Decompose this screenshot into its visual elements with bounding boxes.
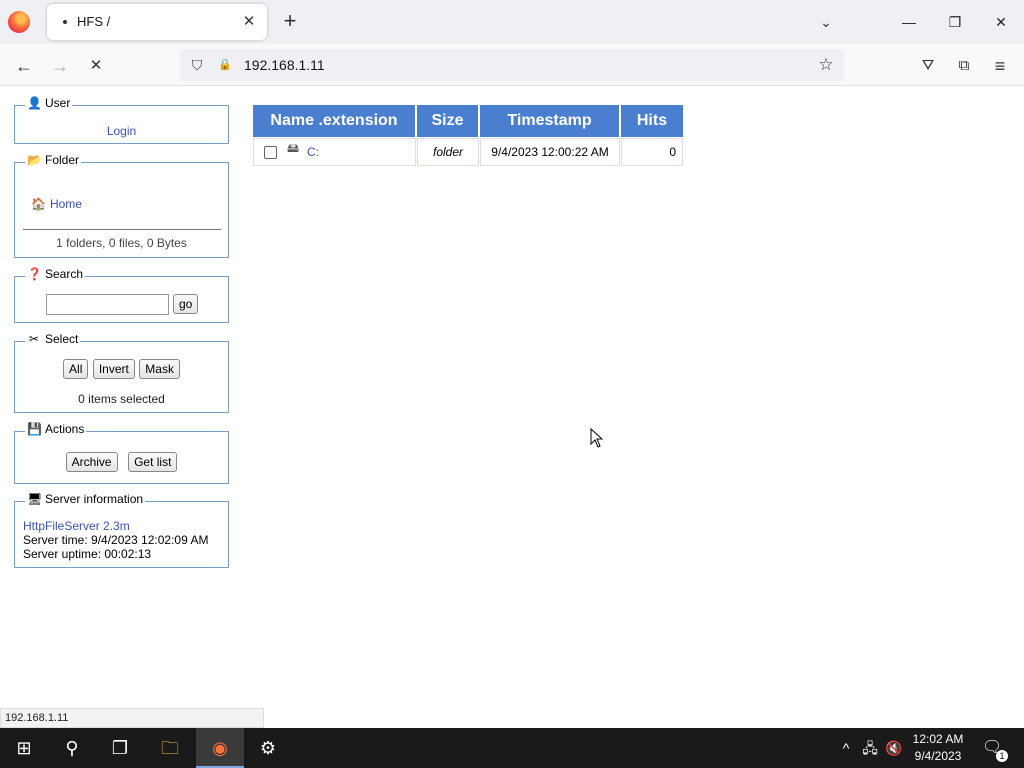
invert-selection-button[interactable]: Invert [92, 359, 135, 379]
firefox-taskbar-icon[interactable]: ◉ [196, 728, 244, 768]
notification-count-badge: 1 [996, 750, 1008, 762]
select-panel: ✂ Select All Invert Mask 0 items selecte… [14, 332, 229, 413]
mask-button[interactable]: Mask [139, 359, 180, 379]
browser-tab[interactable]: HFS / ✕ [47, 4, 267, 40]
task-view-icon[interactable]: ❐ [96, 728, 144, 768]
home-link[interactable]: Home [50, 197, 82, 211]
mouse-cursor-icon [590, 428, 604, 448]
help-icon: ❓ [27, 267, 42, 281]
get-list-button[interactable]: Get list [128, 452, 178, 472]
actions-panel: 💾 Actions Archive Get list [14, 422, 229, 484]
table-row: 🖴 C: [253, 138, 416, 166]
back-button[interactable]: ← [10, 52, 38, 80]
page-content: 👤 User Login 📂 Folder 🏠 Home 1 folders, … [0, 86, 1024, 728]
tray-chevron-icon[interactable]: ^ [836, 738, 856, 758]
server-uptime: Server uptime: 00:02:13 [23, 547, 152, 561]
pocket-icon[interactable]: ⛛ [914, 52, 942, 80]
login-link[interactable]: Login [107, 124, 136, 138]
extensions-icon[interactable]: ⧉ [950, 52, 978, 80]
row-checkbox[interactable] [264, 146, 277, 159]
column-header-hits[interactable]: Hits [621, 105, 683, 137]
minimize-button[interactable]: — [886, 0, 932, 44]
actions-legend: Actions [45, 422, 85, 436]
browser-navbar: ← → ✕ ⛉ 🔒 192.168.1.11 ☆ ⛛ ⧉ ≡ [0, 44, 1024, 86]
scissors-icon: ✂ [28, 332, 40, 346]
stop-loading-button[interactable]: ✕ [82, 52, 110, 80]
column-header-timestamp[interactable]: Timestamp [480, 105, 619, 137]
file-size-cell: folder [417, 138, 479, 166]
firefox-icon[interactable] [8, 11, 30, 33]
user-icon: 👤 [27, 96, 42, 110]
clock-time: 12:02 AM [912, 732, 964, 746]
server-time: Server time: 9/4/2023 12:02:09 AM [23, 533, 209, 547]
network-icon[interactable]: 🖧 [860, 738, 880, 758]
clock-date: 9/4/2023 [914, 749, 962, 763]
tab-loading-indicator [63, 20, 67, 24]
settings-icon[interactable]: ⚙ [244, 728, 292, 768]
close-window-button[interactable]: ✕ [978, 0, 1024, 44]
taskbar-clock[interactable]: 12:02 AM 9/4/2023 [906, 731, 970, 765]
tab-title: HFS / [77, 14, 111, 29]
server-info-panel: 🖥 Server information HttpFileServer 2.3m… [14, 492, 229, 568]
file-timestamp-cell: 9/4/2023 12:00:22 AM [480, 138, 620, 166]
search-input[interactable] [46, 294, 169, 315]
column-header-name[interactable]: Name .extension [253, 105, 415, 137]
bookmark-star-icon[interactable]: ☆ [816, 55, 836, 75]
file-name-link[interactable]: C: [307, 139, 319, 165]
home-icon: 🏠 [31, 197, 46, 211]
hfs-version-link[interactable]: HttpFileServer 2.3m [23, 519, 130, 533]
tab-close-icon[interactable]: ✕ [239, 12, 259, 32]
server-info-legend: Server information [45, 492, 144, 506]
search-icon[interactable]: ⚲ [48, 728, 96, 768]
search-go-button[interactable]: go [173, 294, 199, 314]
drive-icon: 🖴 [287, 141, 300, 155]
menu-icon[interactable]: ≡ [986, 52, 1014, 80]
column-header-size[interactable]: Size [417, 105, 478, 137]
floppy-disk-icon: 💾 [27, 422, 42, 436]
user-legend: User [45, 96, 71, 110]
folder-legend: Folder [45, 153, 80, 167]
start-button[interactable]: ⊞ [0, 728, 48, 768]
search-panel: ❓ Search go [14, 267, 229, 323]
volume-muted-icon[interactable]: 🔇 [884, 738, 904, 758]
windows-taskbar: ⊞ ⚲ ❐ 🗀 ◉ ⚙ ^ 🖧 🔇 12:02 AM 9/4/2023 🗨 1 [0, 728, 1024, 768]
archive-button[interactable]: Archive [65, 452, 118, 472]
server-icon: 🖥 [27, 492, 43, 506]
user-panel: 👤 User Login [14, 96, 229, 144]
restore-button[interactable]: ❐ [932, 0, 978, 44]
new-tab-button[interactable]: + [278, 10, 302, 34]
folder-icon: 📂 [27, 153, 42, 167]
folder-summary: 1 folders, 0 files, 0 Bytes [56, 236, 187, 250]
url-text[interactable]: 192.168.1.11 [244, 57, 325, 73]
search-legend: Search [45, 267, 84, 281]
folder-panel: 📂 Folder 🏠 Home 1 folders, 0 files, 0 By… [14, 153, 229, 258]
link-status-bar: 192.168.1.11 [0, 708, 264, 728]
select-all-button[interactable]: All [63, 359, 89, 379]
address-bar[interactable]: ⛉ 🔒 192.168.1.11 ☆ [180, 49, 844, 81]
forward-button[interactable]: → [46, 52, 74, 80]
selection-count: 0 items selected [78, 392, 165, 406]
list-all-tabs-button[interactable]: ⌄ [814, 10, 838, 34]
shield-icon[interactable]: ⛉ [188, 56, 206, 74]
file-hits-cell: 0 [621, 138, 683, 166]
file-explorer-icon[interactable]: 🗀 [146, 728, 194, 768]
browser-titlebar: HFS / ✕ + ⌄ — ❐ ✕ [0, 0, 1024, 44]
lock-icon[interactable]: 🔒 [216, 56, 234, 74]
divider [23, 229, 221, 230]
select-legend: Select [45, 332, 79, 346]
